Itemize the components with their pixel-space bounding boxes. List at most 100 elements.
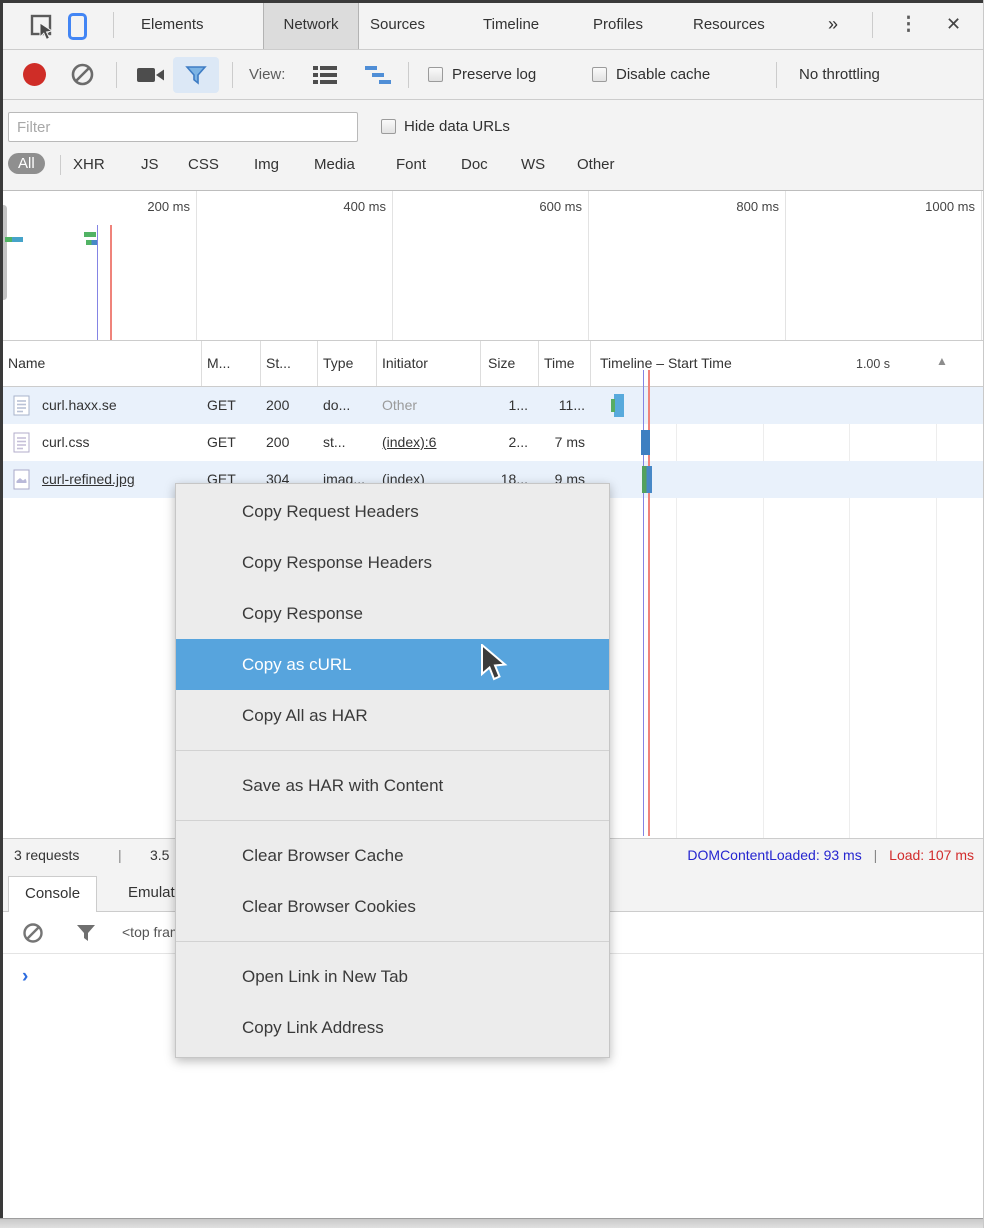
- menu-item-clear-browser-cookies[interactable]: Clear Browser Cookies: [176, 881, 609, 932]
- menu-item-clear-browser-cache[interactable]: Clear Browser Cache: [176, 830, 609, 881]
- menu-item-save-as-har[interactable]: Save as HAR with Content: [176, 760, 609, 811]
- type-filter-doc[interactable]: Doc: [461, 156, 488, 173]
- col-name[interactable]: Name: [8, 355, 45, 371]
- type-filter-xhr[interactable]: XHR: [73, 156, 105, 173]
- waterfall-bar-latency: [611, 399, 615, 412]
- dcl-marker-line: [97, 225, 98, 340]
- type-filter-img[interactable]: Img: [254, 156, 279, 173]
- col-status[interactable]: St...: [266, 355, 291, 371]
- table-row-curl-css[interactable]: curl.css GET 200 st... (index):6 2... 7 …: [0, 424, 984, 461]
- menu-item-copy-link-address[interactable]: Copy Link Address: [176, 1002, 609, 1053]
- waterfall-bar: [642, 466, 652, 493]
- menu-separator: [176, 941, 609, 942]
- overview-tick-600ms: 600 ms: [512, 199, 582, 214]
- col-method[interactable]: M...: [207, 355, 230, 371]
- col-type[interactable]: Type: [323, 355, 353, 371]
- window-edge: [0, 1218, 984, 1228]
- view-waterfall-icon[interactable]: [364, 65, 392, 85]
- menu-item-copy-all-as-har[interactable]: Copy All as HAR: [176, 690, 609, 741]
- console-filter-icon[interactable]: [75, 922, 97, 944]
- dcl-timing: DOMContentLoaded: 93 ms: [687, 847, 861, 863]
- preserve-log-label: Preserve log: [452, 66, 536, 83]
- devtools-window: Elements Network Sources Timeline Profil…: [0, 0, 984, 1228]
- network-toolbar: View: Preserve log Disable cache No thro…: [0, 50, 984, 100]
- record-button[interactable]: [23, 63, 46, 86]
- console-prompt-icon[interactable]: ›: [22, 966, 28, 988]
- table-row-curl-haxx-se[interactable]: curl.haxx.se GET 200 do... Other 1... 11…: [0, 387, 984, 424]
- mouse-cursor-icon: [479, 644, 509, 684]
- menu-item-copy-as-curl[interactable]: Copy as cURL: [176, 639, 609, 690]
- filmstrip-icon[interactable]: [136, 66, 166, 84]
- type-filter-font[interactable]: Font: [396, 156, 426, 173]
- tab-sources[interactable]: Sources: [360, 0, 435, 49]
- tab-network[interactable]: Network: [263, 0, 359, 49]
- col-timeline[interactable]: Timeline – Start Time: [600, 355, 732, 371]
- disable-cache-checkbox[interactable]: [592, 67, 607, 82]
- load-timings: DOMContentLoaded: 93 ms | Load: 107 ms: [687, 847, 974, 863]
- view-list-icon[interactable]: [312, 65, 338, 85]
- hide-data-urls-label: Hide data URLs: [404, 118, 510, 135]
- preserve-log-checkbox[interactable]: [428, 67, 443, 82]
- col-time[interactable]: Time: [544, 355, 575, 371]
- filter-input[interactable]: [8, 112, 358, 142]
- menu-item-open-link-new-tab[interactable]: Open Link in New Tab: [176, 951, 609, 1002]
- devtools-tabbar: Elements Network Sources Timeline Profil…: [0, 0, 984, 50]
- menu-separator: [176, 820, 609, 821]
- timeline-overview[interactable]: 200 ms 400 ms 600 ms 800 ms 1000 ms: [0, 191, 984, 341]
- type-filter-ws[interactable]: WS: [521, 156, 545, 173]
- devtools-menu-icon[interactable]: ⋮: [889, 0, 928, 49]
- tab-timeline[interactable]: Timeline: [473, 0, 549, 49]
- device-toolbar-icon[interactable]: [67, 12, 88, 41]
- requests-table-header: Name M... St... Type Initiator Size Time…: [0, 341, 984, 387]
- overview-tick-400ms: 400 ms: [316, 199, 386, 214]
- overview-request-bar: [86, 240, 97, 245]
- overview-tick-800ms: 800 ms: [709, 199, 779, 214]
- tab-profiles[interactable]: Profiles: [583, 0, 653, 49]
- request-name[interactable]: curl-refined.jpg: [42, 471, 135, 487]
- view-label: View:: [249, 66, 285, 83]
- overview-tick-1000ms: 1000 ms: [905, 199, 975, 214]
- type-filter-all[interactable]: All: [8, 153, 45, 174]
- sort-arrow-icon[interactable]: ▲: [936, 354, 948, 368]
- menu-item-copy-response[interactable]: Copy Response: [176, 588, 609, 639]
- filter-bar: Hide data URLs All XHR JS CSS Img Media …: [0, 100, 984, 191]
- request-size: 2...: [480, 434, 528, 450]
- request-time: 7 ms: [538, 434, 585, 450]
- drawer-tab-console[interactable]: Console: [8, 876, 97, 913]
- inspect-element-icon[interactable]: [30, 14, 56, 40]
- request-name[interactable]: curl.css: [42, 434, 89, 450]
- clear-console-icon[interactable]: [22, 922, 44, 944]
- tab-overflow-chevron-icon[interactable]: »: [818, 0, 848, 49]
- type-filter-media[interactable]: Media: [314, 156, 355, 173]
- request-initiator: Other: [382, 397, 478, 413]
- overview-tick-200ms: 200 ms: [120, 199, 190, 214]
- load-timing: Load: 107 ms: [889, 847, 974, 863]
- tab-elements[interactable]: Elements: [131, 0, 214, 49]
- menu-item-copy-request-headers[interactable]: Copy Request Headers: [176, 486, 609, 537]
- type-filter-css[interactable]: CSS: [188, 156, 219, 173]
- filter-funnel-icon[interactable]: [184, 63, 208, 87]
- request-type: st...: [323, 434, 375, 450]
- menu-item-copy-response-headers[interactable]: Copy Response Headers: [176, 537, 609, 588]
- request-name[interactable]: curl.haxx.se: [42, 397, 117, 413]
- col-size[interactable]: Size: [488, 355, 515, 371]
- disable-cache-label: Disable cache: [616, 66, 710, 83]
- clear-requests-icon[interactable]: [70, 62, 95, 87]
- col-initiator[interactable]: Initiator: [382, 355, 428, 371]
- status-separator: |: [866, 847, 886, 863]
- request-count: 3 requests: [14, 847, 79, 863]
- image-file-icon: [13, 469, 30, 490]
- tab-resources[interactable]: Resources: [683, 0, 775, 49]
- type-filter-js[interactable]: JS: [141, 156, 159, 173]
- hide-data-urls-checkbox[interactable]: [381, 119, 396, 134]
- close-devtools-icon[interactable]: ✕: [936, 0, 971, 49]
- throttling-select[interactable]: No throttling: [799, 66, 880, 83]
- request-method: GET: [207, 397, 236, 413]
- status-separator: |: [118, 847, 122, 863]
- request-initiator-link[interactable]: (index):6: [382, 434, 478, 450]
- type-filter-other[interactable]: Other: [577, 156, 615, 173]
- request-status: 200: [266, 434, 289, 450]
- request-time: 11...: [538, 397, 585, 413]
- transferred-size: 3.5: [150, 847, 169, 863]
- waterfall-bar: [614, 394, 624, 417]
